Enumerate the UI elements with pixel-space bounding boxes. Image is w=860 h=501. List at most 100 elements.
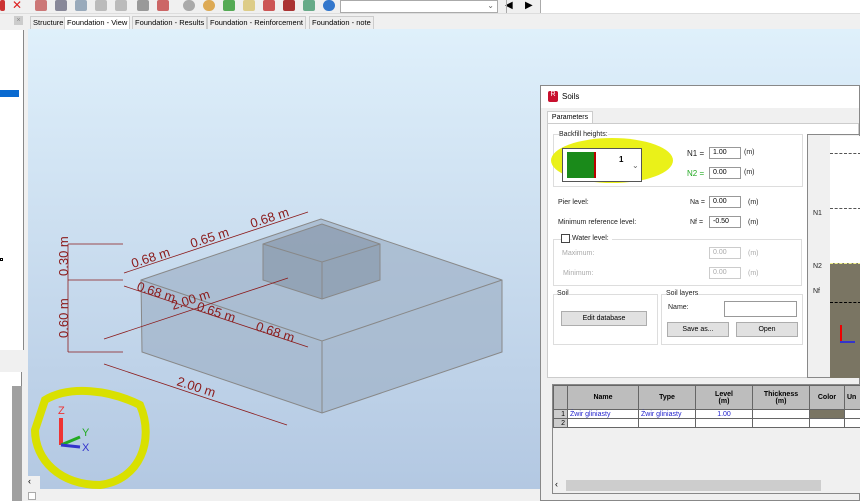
- table-icon[interactable]: [157, 0, 169, 11]
- note-icon[interactable]: [243, 0, 255, 11]
- tab-foundation-note[interactable]: Foundation - note: [309, 16, 374, 29]
- unit-label: (m): [748, 219, 759, 226]
- open-button[interactable]: Open: [736, 322, 798, 337]
- unit-label: (m): [748, 250, 759, 257]
- column-header-un[interactable]: Un: [844, 385, 860, 410]
- soils-dialog: R Soils Parameters Backfill heights: 1 ⌄…: [540, 85, 860, 501]
- tree-node[interactable]: [0, 258, 3, 261]
- column-header-thickness[interactable]: Thickness (m): [752, 385, 810, 410]
- cell-level[interactable]: 1.00: [695, 409, 753, 419]
- view-option-icon[interactable]: [28, 492, 36, 500]
- cell-name[interactable]: [567, 418, 639, 428]
- backfill-value: 1: [619, 155, 624, 164]
- preview-n1-label: N1: [813, 210, 822, 217]
- yellow-highlight: [30, 387, 150, 489]
- tab-foundation-results[interactable]: Foundation - Results: [132, 16, 208, 29]
- edit-database-button[interactable]: Edit database: [561, 311, 647, 326]
- scroll-left-icon[interactable]: ‹: [555, 479, 558, 489]
- layer-name-input[interactable]: [724, 301, 797, 317]
- paste-icon[interactable]: [75, 0, 87, 11]
- horizontal-scrollbar[interactable]: ‹: [553, 479, 860, 492]
- backfill-label: Backfill heights:: [559, 131, 608, 138]
- dialog-titlebar: R Soils: [541, 86, 859, 108]
- app-logo-icon: R: [548, 91, 558, 102]
- cell-un[interactable]: [844, 418, 860, 428]
- cell-thickness[interactable]: [752, 409, 810, 419]
- chevron-down-icon: ⌄: [487, 1, 494, 10]
- svg-text:Y: Y: [82, 427, 90, 439]
- minimum-field[interactable]: 0.00: [709, 267, 741, 279]
- scissors-icon[interactable]: [35, 0, 47, 11]
- soil-layers-table: Name Type Level (m) Thickness (m) Color …: [552, 384, 860, 494]
- frame-icon[interactable]: [137, 0, 149, 11]
- toolbar: ✕ ⌄ ◀ ▶: [0, 0, 860, 14]
- chevron-down-icon: ⌄: [632, 161, 639, 170]
- column-header-color[interactable]: Color: [809, 385, 845, 410]
- soil-profile-preview: N1 N2 Nf: [807, 134, 860, 378]
- n2-field[interactable]: 0.00: [709, 167, 741, 179]
- n1-label: N1 =: [687, 149, 705, 158]
- help-icon[interactable]: [323, 0, 335, 11]
- close-icon[interactable]: ✕: [12, 0, 24, 11]
- users-icon[interactable]: [303, 0, 315, 11]
- scroll-left-icon[interactable]: ‹: [28, 476, 40, 489]
- tab-structure[interactable]: Structure: [30, 16, 67, 29]
- close-panel-icon[interactable]: ×: [14, 16, 23, 25]
- save-icon[interactable]: [0, 0, 5, 11]
- vertical-scrollbar[interactable]: [12, 386, 22, 501]
- cell-color[interactable]: [809, 409, 845, 419]
- cell-thickness[interactable]: [752, 418, 810, 428]
- cell-name[interactable]: Żwir gliniasty: [567, 409, 639, 419]
- copy-icon[interactable]: [55, 0, 67, 11]
- undo-icon[interactable]: [95, 0, 107, 11]
- maximum-label: Maximum:: [562, 250, 595, 257]
- axes-icon[interactable]: [223, 0, 235, 11]
- unit-label: (m): [744, 169, 755, 176]
- tools-icon[interactable]: [263, 0, 275, 11]
- column-header-type[interactable]: Type: [638, 385, 696, 410]
- column-header-name[interactable]: Name: [567, 385, 639, 410]
- unit-label: (m): [744, 149, 755, 156]
- cell-type[interactable]: Żwir gliniasty: [638, 409, 696, 419]
- dim-top-2: 0.65 m: [188, 224, 230, 251]
- water-level-checkbox[interactable]: [561, 234, 570, 243]
- zoom-icon[interactable]: [183, 0, 195, 11]
- pier-level-label: Pier level:: [558, 199, 589, 206]
- cell-color[interactable]: [809, 418, 845, 428]
- min-ref-label: Minimum reference level:: [558, 219, 637, 226]
- nf-label: Nf =: [690, 219, 704, 226]
- table-row[interactable]: 1 Żwir gliniasty Żwir gliniasty 1.00: [553, 409, 860, 419]
- nf-field[interactable]: -0.50: [709, 216, 741, 228]
- view-statusbar: [28, 489, 540, 501]
- backfill-image: [567, 152, 596, 178]
- redo-icon[interactable]: [115, 0, 127, 11]
- soil-layers-label: Soil layers: [666, 290, 699, 297]
- toolbar-combo[interactable]: ⌄: [340, 0, 498, 13]
- n1-field[interactable]: 1.00: [709, 147, 741, 159]
- cell-type[interactable]: [638, 418, 696, 428]
- na-field[interactable]: 0.00: [709, 196, 741, 208]
- cell-un[interactable]: [844, 409, 860, 419]
- wrench-icon[interactable]: [283, 0, 295, 11]
- backfill-select[interactable]: 1 ⌄: [562, 148, 642, 182]
- row-number-header: [553, 385, 568, 410]
- name-label: Name:: [668, 304, 689, 311]
- cell-level[interactable]: [695, 418, 753, 428]
- left-panel: ›: [0, 30, 24, 380]
- tab-foundation-reinforcement[interactable]: Foundation - Reinforcement: [207, 16, 306, 29]
- tab-foundation-view[interactable]: Foundation - View: [64, 16, 131, 29]
- preview-nf-label: Nf: [813, 288, 820, 295]
- dim-top-3: 0.68 m: [248, 204, 290, 231]
- dim-bottom: 2.00 m: [175, 374, 217, 401]
- save-as-button[interactable]: Save as...: [667, 322, 729, 337]
- next-arrow-icon[interactable]: ▶: [525, 0, 533, 11]
- scrollbar-thumb[interactable]: [566, 480, 821, 491]
- zoom-window-icon[interactable]: [203, 0, 215, 11]
- maximum-field[interactable]: 0.00: [709, 247, 741, 259]
- na-label: Na =: [690, 199, 705, 206]
- minimum-label: Minimum:: [563, 270, 594, 277]
- table-row[interactable]: 2: [553, 418, 860, 428]
- selected-item[interactable]: [0, 90, 19, 97]
- column-header-level[interactable]: Level (m): [695, 385, 753, 410]
- soil-group-label: Soil: [557, 290, 569, 297]
